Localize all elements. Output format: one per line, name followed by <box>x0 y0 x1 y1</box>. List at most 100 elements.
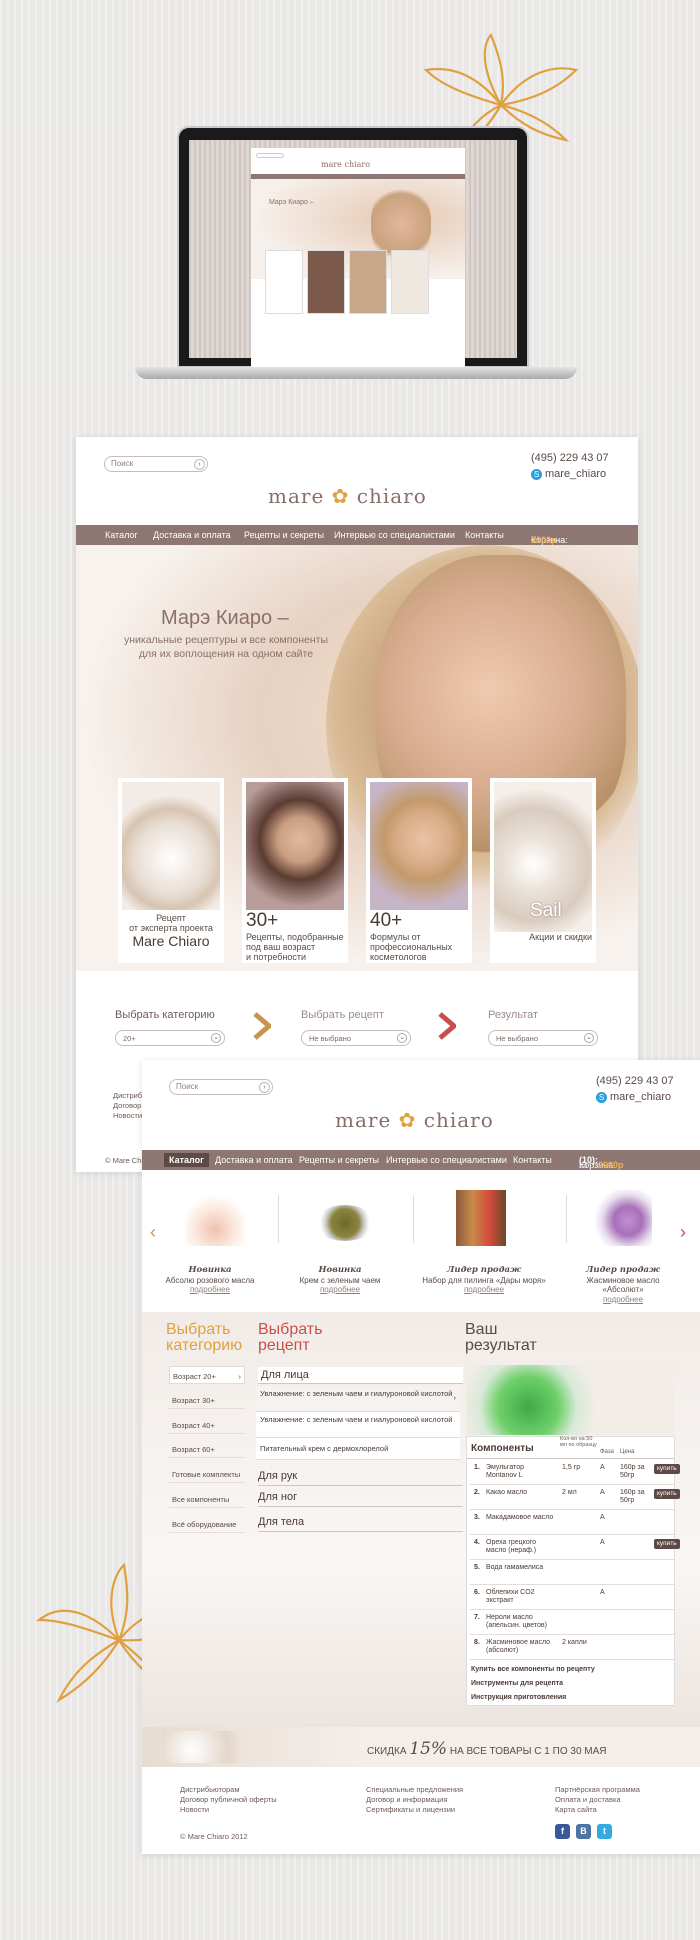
nav-recipes[interactable]: Рецепты и секреты <box>244 530 324 540</box>
nav-contacts[interactable]: Контакты <box>513 1155 552 1165</box>
category-select[interactable]: 20+ ⌄ <box>115 1030 225 1046</box>
tools-link[interactable]: Инструменты для рецепта <box>471 1680 563 1687</box>
vk-icon[interactable]: B <box>576 1824 591 1839</box>
category-item-components[interactable]: Все компоненты <box>169 1490 245 1508</box>
recipe-group-hands[interactable]: Для рук <box>258 1470 463 1486</box>
phone-number: (495) 229 43 07 <box>531 452 609 464</box>
nav-catalog[interactable]: Каталог <box>164 1153 209 1167</box>
category-item-40[interactable]: Возраст 40+ <box>169 1416 245 1434</box>
recipe-option[interactable]: Питательный крем с дермохлорелой <box>256 1438 460 1460</box>
laptop-mockup: mare chiaro Марэ Киаро – <box>177 126 529 368</box>
category-item-kits[interactable]: Готовые комплекты <box>169 1465 245 1483</box>
buy-all-link[interactable]: Купить все компоненты по рецепту <box>471 1666 595 1673</box>
search-go-icon[interactable]: › <box>194 459 205 470</box>
divider <box>467 1458 674 1459</box>
divider <box>278 1195 279 1243</box>
carousel-prev-icon[interactable]: ‹ <box>150 1222 156 1243</box>
component-phase: A <box>600 1589 605 1596</box>
instructions-link[interactable]: Инструкция приготовления <box>471 1694 566 1701</box>
facebook-icon[interactable]: f <box>555 1824 570 1839</box>
blonde-image <box>370 782 468 910</box>
component-row: 7. Нероли масло (апельсин. цветов) <box>470 1610 675 1635</box>
mini-site-preview: mare chiaro Марэ Киаро – <box>251 148 465 368</box>
result-heading: Ваш результат <box>465 1321 537 1354</box>
search-go-icon[interactable]: › <box>259 1082 270 1093</box>
product-item[interactable]: Новинка Абсолю розового масла подробнее <box>160 1265 260 1295</box>
nav-delivery[interactable]: Доставка и оплата <box>153 530 231 540</box>
skype-icon: S <box>531 469 542 480</box>
cart-link[interactable]: ▭ Корзина (10): 2000р <box>579 1155 624 1170</box>
component-row: 5. Вода гамамелиса <box>470 1560 675 1585</box>
components-title: Компоненты <box>471 1443 534 1454</box>
component-number: 1. <box>474 1464 480 1471</box>
recipe-heading: Выбрать рецепт <box>258 1321 323 1354</box>
component-qty: 1,5 гр <box>562 1464 581 1471</box>
component-row: 2. Какао масло 2 мл A 160р за 50гр купить <box>470 1485 680 1510</box>
main-nav: Каталог Доставка и оплата Рецепты и секр… <box>76 525 638 545</box>
recipe-group-face[interactable]: Для лица <box>258 1367 463 1384</box>
buy-button[interactable]: купить <box>654 1539 680 1549</box>
step-recipe-label: Выбрать рецепт <box>301 1009 384 1021</box>
nav-contacts[interactable]: Контакты <box>465 530 504 540</box>
category-item-equipment[interactable]: Всё оборудование <box>169 1515 245 1533</box>
shell-image <box>122 782 220 910</box>
site-logo[interactable]: mare ✿ chiaro <box>268 484 427 508</box>
nav-delivery[interactable]: Доставка и оплата <box>215 1155 293 1165</box>
recipe-group-body[interactable]: Для тела <box>258 1516 463 1532</box>
category-item-60[interactable]: Возраст 60+ <box>169 1440 245 1458</box>
product-image[interactable] <box>592 1190 652 1246</box>
component-qty: 2 мл <box>562 1489 577 1496</box>
laptop-display: mare chiaro Марэ Киаро – <box>189 140 517 368</box>
nav-recipes[interactable]: Рецепты и секреты <box>299 1155 379 1165</box>
result-select[interactable]: Не выбрано ⌄ <box>488 1030 598 1046</box>
footer-copyright: © Mare Chiaro 2012 <box>180 1832 248 1841</box>
laptop-base <box>135 367 577 379</box>
chevron-down-icon: ⌄ <box>584 1033 594 1043</box>
product-image[interactable] <box>185 1190 245 1246</box>
promo-card-recipes[interactable]: 30+ Рецепты, подобранные под ваш возраст и… <box>242 778 348 963</box>
buy-button[interactable]: купить <box>654 1489 680 1499</box>
recipe-select[interactable]: Не выбрано ⌄ <box>301 1030 411 1046</box>
product-item[interactable]: Новинка Крем с зеленым чаем подробнее <box>290 1265 390 1295</box>
divider <box>413 1195 414 1243</box>
nav-interviews[interactable]: Интервью со специалистами <box>386 1155 507 1165</box>
main-nav: Каталог Доставка и оплата Рецепты и секр… <box>142 1150 700 1170</box>
product-item[interactable]: Лидер продаж Набор для пилинга «Дары моря… <box>420 1265 548 1295</box>
buy-button[interactable]: купить <box>654 1464 680 1474</box>
product-item[interactable]: Лидер продаж Жасминовое масло «Абсолют» по… <box>567 1265 679 1304</box>
twitter-icon[interactable]: t <box>597 1824 612 1839</box>
recipe-option[interactable]: Увлажнение: с зеленым чаем и гиалуроново… <box>256 1386 460 1412</box>
search-input[interactable]: Поиск › <box>169 1079 273 1095</box>
promo-banner[interactable]: СКИДКА 15% НА ВСЕ ТОВАРЫ С 1 ПО 30 МАЯ <box>142 1727 700 1767</box>
component-row: 3. Макадамовое масло A <box>470 1510 675 1535</box>
product-image[interactable] <box>456 1190 506 1246</box>
divider <box>566 1195 567 1243</box>
carousel-next-icon[interactable]: › <box>680 1222 686 1243</box>
component-row: 6. Облепихи CO2 экстракт A <box>470 1585 675 1610</box>
promo-card-sale[interactable]: Sail Акции и скидки <box>490 778 596 963</box>
nav-interviews[interactable]: Интервью со специалистами <box>334 530 455 540</box>
category-heading: Выбрать категорию <box>166 1321 243 1354</box>
site-logo[interactable]: mare ✿ chiaro <box>335 1108 494 1132</box>
recipe-group-legs[interactable]: Для ног <box>258 1491 463 1507</box>
category-item-30[interactable]: Возраст 30+ <box>169 1391 245 1409</box>
component-name: Жасминовое масло (абсолют) <box>486 1639 551 1654</box>
footer-col-3[interactable]: Партнёрская программа Оплата и доставка Ка… <box>555 1785 640 1815</box>
hero-banner: Марэ Киаро – уникальные рецептуры и все … <box>76 545 638 971</box>
recipe-option[interactable]: Увлажнение: с зеленым чаем и гиалуроново… <box>256 1412 460 1438</box>
skype-contact[interactable]: Smare_chiaro <box>596 1091 671 1103</box>
category-item-20[interactable]: Возраст 20+ › <box>169 1366 245 1384</box>
footer-col-2[interactable]: Специальные предложения Договор и информа… <box>366 1785 463 1815</box>
footer-col-1[interactable]: Дистрибьюторам Договор публичной оферты Но… <box>180 1785 277 1815</box>
component-name: Какао масло <box>486 1489 528 1496</box>
nav-catalog[interactable]: Каталог <box>105 530 138 540</box>
starfish-image: Sail <box>494 782 592 932</box>
skype-contact[interactable]: Smare_chiaro <box>531 468 606 480</box>
promo-card-expert[interactable]: Рецепт от эксперта проекта Mare Chiaro <box>118 778 224 963</box>
search-input[interactable]: Поиск › <box>104 456 208 472</box>
component-qty: 2 капли <box>562 1639 587 1646</box>
step-result-label: Результат <box>488 1009 539 1021</box>
product-image[interactable] <box>315 1205 375 1241</box>
chevron-down-icon: ⌄ <box>211 1033 221 1043</box>
promo-card-formulas[interactable]: 40+ Формулы от профессиональных косметолог… <box>366 778 472 963</box>
